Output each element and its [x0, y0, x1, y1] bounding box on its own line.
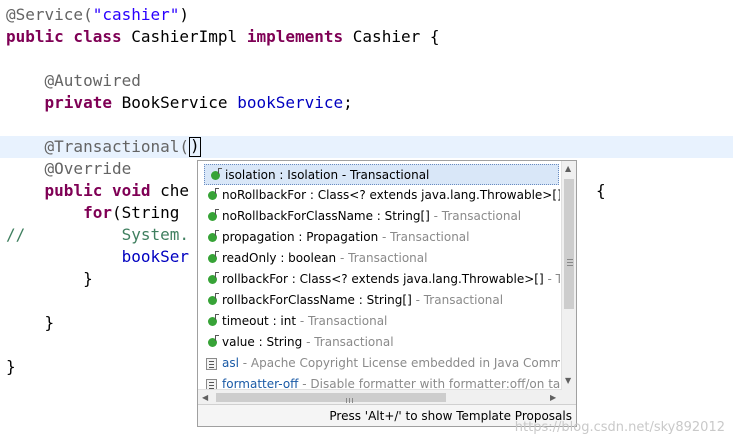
- proposal-item[interactable]: isolation : Isolation - Transactional: [204, 164, 559, 185]
- proposal-name: rollbackFor : Class<? extends java.lang.…: [222, 272, 544, 286]
- annotation: @Autowired: [6, 71, 141, 90]
- code-line-7-current: @Transactional(): [0, 136, 733, 158]
- string-literal: "cashier": [92, 5, 180, 24]
- annotation: @Override: [6, 159, 132, 178]
- proposal-item[interactable]: readOnly : boolean - Transactional: [202, 248, 560, 269]
- scrollbar-corner: [562, 389, 576, 405]
- scroll-left-icon[interactable]: ◀: [202, 393, 208, 403]
- grip-icon: [567, 259, 573, 260]
- proposal-name: noRollbackFor : Class<? extends java.lan…: [222, 188, 560, 202]
- proposal-name: noRollbackForClassName : String[]: [222, 209, 430, 223]
- keyword: private: [6, 93, 112, 112]
- scroll-down-icon[interactable]: ▼: [565, 376, 571, 386]
- proposal-name: timeout : int: [222, 314, 297, 328]
- code-line-5: private BookService bookService;: [6, 92, 353, 114]
- code-line-9: public void che: [6, 180, 190, 202]
- proposal-name: asl: [222, 356, 239, 370]
- horizontal-scrollbar[interactable]: ◀ ▶: [198, 389, 562, 405]
- template-icon: [206, 357, 217, 370]
- code-line-1: @Service("cashier"): [6, 4, 189, 26]
- method-icon: [208, 293, 219, 305]
- method-icon: [211, 168, 222, 180]
- code-line-2: public class CashierImpl implements Cash…: [6, 26, 439, 48]
- proposal-name: readOnly : boolean: [222, 251, 337, 265]
- comment-marker: //: [6, 225, 26, 244]
- code-text: Cashier {: [343, 27, 440, 46]
- proposal-name: formatter-off: [222, 377, 299, 389]
- proposal-name: propagation : Propagation: [222, 230, 379, 244]
- method-icon: [208, 209, 219, 221]
- vertical-scroll-thumb[interactable]: [564, 179, 574, 309]
- field-name: bookService: [237, 93, 344, 112]
- proposal-detail: - Apache Copyright License embedded in J…: [238, 356, 560, 370]
- code-line-8: @Override: [6, 158, 132, 180]
- method-icon: [208, 251, 219, 263]
- code-line-4: @Autowired: [6, 70, 141, 92]
- code-text: ): [179, 5, 190, 24]
- watermark: https://blog.csdn.net/sky892012: [514, 420, 725, 435]
- code-line-15: }: [6, 312, 55, 334]
- proposal-detail: - Tra: [547, 272, 560, 286]
- proposal-detail: - Transactional: [296, 314, 388, 328]
- proposal-detail: - Transactional: [336, 251, 428, 265]
- code-text: {: [596, 181, 606, 200]
- keyword: for: [6, 203, 112, 222]
- template-icon: [206, 378, 217, 389]
- proposal-name: rollbackForClassName : String[]: [222, 293, 412, 307]
- code-line-11: // System.: [6, 224, 189, 246]
- bracket-match: ): [189, 137, 201, 157]
- proposal-item[interactable]: asl - Apache Copyright License embedded …: [202, 353, 560, 374]
- grip-icon: [346, 398, 347, 403]
- proposal-detail: - Disable formatter with formatter:off/o…: [298, 377, 560, 389]
- keyword: public void: [6, 181, 151, 200]
- proposal-detail: - Transactional: [429, 209, 522, 223]
- proposal-item[interactable]: formatter-off - Disable formatter with f…: [202, 374, 560, 389]
- code-text: ): [190, 136, 200, 155]
- proposal-item[interactable]: propagation : Propagation - Transactiona…: [202, 227, 560, 248]
- proposal-item[interactable]: value : String - Transactional: [202, 332, 560, 353]
- code-text: (String: [111, 203, 180, 222]
- horizontal-scroll-thumb[interactable]: [216, 393, 446, 403]
- method-icon: [208, 272, 219, 284]
- code-line-13: }: [6, 268, 93, 290]
- scroll-up-icon[interactable]: ▲: [565, 164, 571, 174]
- method-icon: [208, 188, 219, 200]
- content-assist-popup[interactable]: isolation : Isolation - Transactional noR…: [197, 160, 577, 427]
- proposal-detail: - Transactional: [378, 230, 470, 244]
- proposal-detail: - Transactional: [411, 293, 504, 307]
- comment-text: System.: [25, 225, 190, 244]
- code-text: ;: [343, 93, 353, 112]
- code-text: }: [6, 357, 16, 376]
- proposal-item[interactable]: rollbackFor : Class<? extends java.lang.…: [202, 269, 560, 290]
- class-name: CashierImpl: [121, 27, 247, 46]
- keyword: public class: [6, 27, 122, 46]
- code-line-10: for(String: [6, 202, 179, 224]
- proposal-name: isolation : Isolation - Transactional: [225, 168, 430, 182]
- proposal-item[interactable]: timeout : int - Transactional: [202, 311, 560, 332]
- code-line-9-tail: {: [596, 180, 606, 202]
- annotation: @Service(: [6, 5, 93, 24]
- annotation: @Transactional(: [6, 137, 190, 156]
- method-icon: [208, 314, 219, 326]
- proposal-item[interactable]: noRollbackFor : Class<? extends java.lan…: [202, 185, 560, 206]
- code-text: }: [6, 313, 55, 332]
- vertical-scrollbar[interactable]: ▲ ▼: [561, 161, 576, 389]
- proposal-name: value : String: [222, 335, 303, 349]
- proposal-item[interactable]: rollbackForClassName : String[] - Transa…: [202, 290, 560, 311]
- keyword: implements: [246, 27, 344, 46]
- field-name: bookSer: [6, 247, 190, 266]
- code-line-17: }: [6, 356, 16, 378]
- scroll-right-icon[interactable]: ▶: [550, 393, 556, 403]
- method-icon: [208, 230, 219, 242]
- proposal-list[interactable]: isolation : Isolation - Transactional noR…: [198, 161, 562, 389]
- code-text: }: [6, 269, 93, 288]
- type-name: BookService: [111, 93, 238, 112]
- proposal-detail: - Transactional: [302, 335, 394, 349]
- code-line-12: bookSer: [6, 246, 189, 268]
- proposal-item[interactable]: noRollbackForClassName : String[] - Tran…: [202, 206, 560, 227]
- code-text: che: [150, 181, 190, 200]
- method-icon: [208, 335, 219, 347]
